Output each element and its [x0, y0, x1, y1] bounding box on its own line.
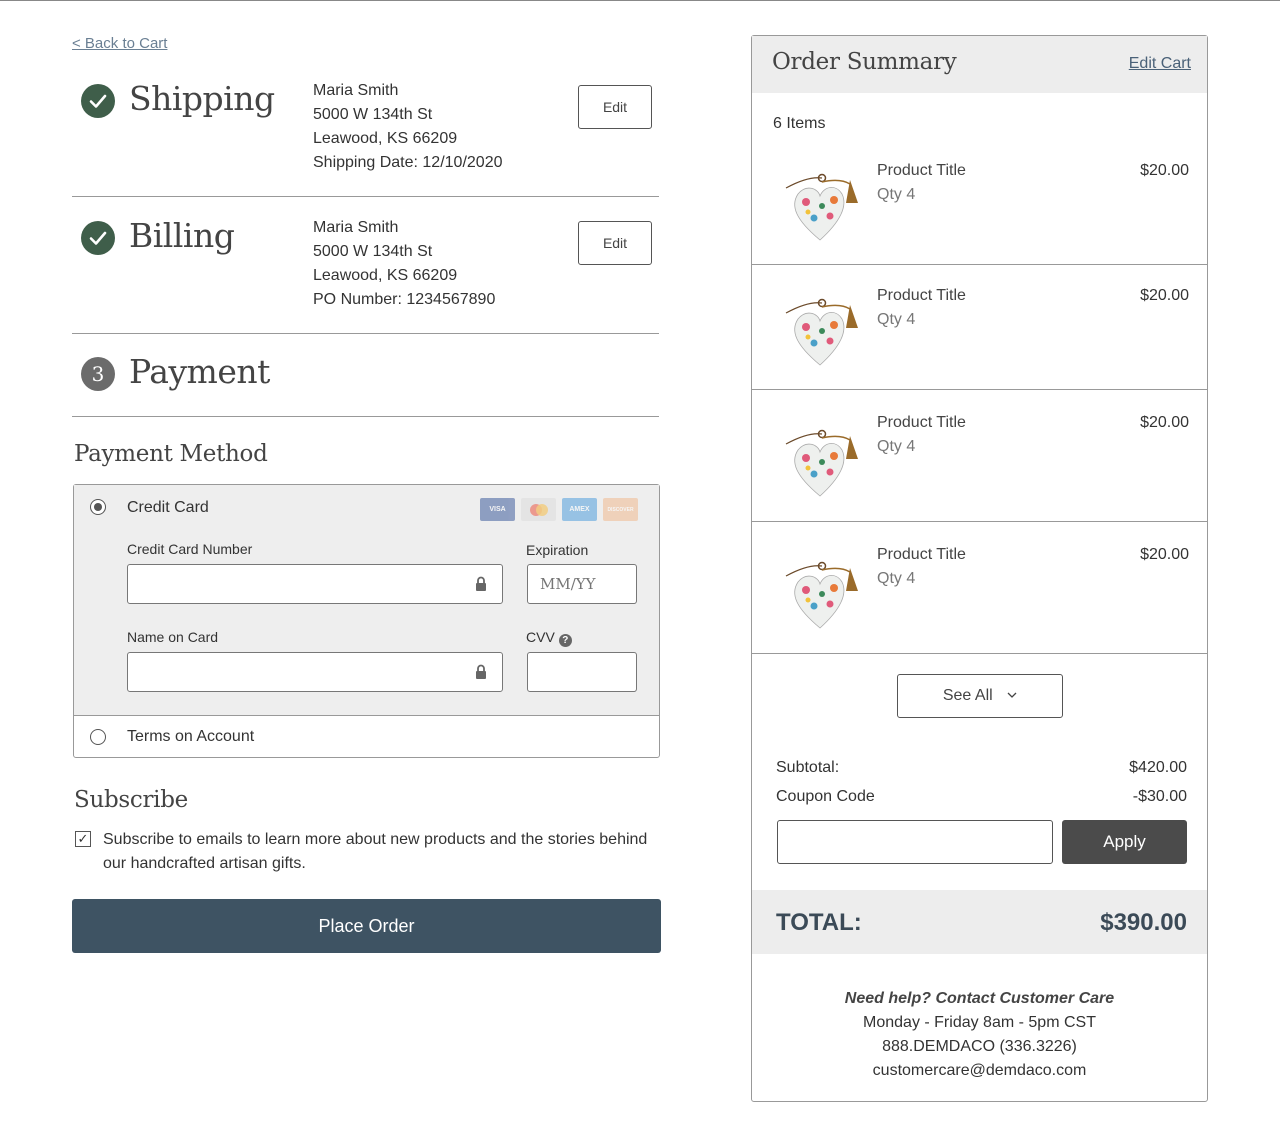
lock-icon [476, 576, 486, 591]
total-label: TOTAL: [776, 909, 862, 936]
place-order-button[interactable]: Place Order [72, 899, 661, 953]
help-phone[interactable]: 888.DEMDACO (336.3226) [752, 1035, 1207, 1059]
product-title: Product Title [877, 162, 966, 179]
amex-icon: AMEX [562, 498, 597, 521]
coupon-code-label: Coupon Code [776, 788, 875, 805]
chevron-down-icon [1007, 692, 1017, 698]
product-qty: Qty 4 [877, 570, 916, 587]
subscribe-checkbox[interactable]: ✓ [75, 831, 91, 847]
check-icon [81, 221, 115, 255]
coupon-code-input[interactable] [777, 820, 1053, 864]
edit-cart-link[interactable]: Edit Cart [1129, 55, 1191, 73]
payment-method-title: Payment Method [74, 441, 268, 467]
list-item: Product Title Qty 4 $20.00 [752, 522, 1207, 654]
product-price: $20.00 [1140, 162, 1189, 179]
address-line: Maria Smith [313, 82, 399, 99]
name-on-card-label: Name on Card [127, 629, 219, 645]
product-qty: Qty 4 [877, 186, 916, 203]
back-to-cart-link[interactable]: < Back to Cart [72, 35, 167, 52]
payment-method-box: Credit Card VISA AMEX DISCOVER Credit Ca… [73, 484, 660, 758]
product-image [785, 561, 858, 629]
address-line: Leawood, KS 66209 [313, 267, 458, 284]
card-number-input[interactable] [127, 564, 503, 604]
shipping-date: Shipping Date: 12/10/2020 [313, 154, 503, 171]
credit-card-panel: Credit Card VISA AMEX DISCOVER Credit Ca… [74, 485, 659, 716]
step-title-payment: Payment [129, 352, 270, 391]
cvv-input[interactable] [527, 652, 637, 692]
list-item: Product Title Qty 4 $20.00 [752, 265, 1207, 390]
edit-billing-button[interactable]: Edit [578, 221, 652, 265]
address-line: Leawood, KS 66209 [313, 130, 458, 147]
subtotal-label: Subtotal: [776, 759, 840, 776]
subscribe-text: Subscribe to emails to learn more about … [103, 831, 648, 872]
product-image [785, 429, 858, 497]
subtotal-value: $420.00 [1129, 759, 1187, 776]
product-qty: Qty 4 [877, 311, 916, 328]
credit-card-radio[interactable] [90, 499, 106, 515]
total-bar: TOTAL: $390.00 [752, 890, 1207, 954]
items-count: 6 Items [773, 115, 826, 132]
product-price: $20.00 [1140, 287, 1189, 304]
cvv-label: CVV? [526, 629, 572, 647]
help-email[interactable]: customercare@demdaco.com [752, 1059, 1207, 1083]
order-summary: Order Summary Edit Cart 6 Items Product … [751, 35, 1208, 1102]
apply-coupon-button[interactable]: Apply [1062, 820, 1187, 864]
po-number: PO Number: 1234567890 [313, 291, 496, 308]
address-line: 5000 W 134th St [313, 243, 433, 260]
address-line: 5000 W 134th St [313, 106, 433, 123]
step-title-shipping: Shipping [129, 79, 275, 118]
subscribe-title: Subscribe [74, 787, 188, 813]
lock-icon [476, 664, 486, 679]
visa-icon: VISA [480, 498, 515, 521]
step-title-billing: Billing [129, 216, 235, 255]
check-icon [81, 84, 115, 118]
credit-card-label: Credit Card [127, 499, 209, 516]
list-item: Product Title Qty 4 $20.00 [752, 390, 1207, 522]
product-title: Product Title [877, 287, 966, 304]
total-value: $390.00 [1100, 909, 1187, 936]
coupon-discount-value: -$30.00 [1132, 788, 1187, 805]
shipping-step: Shipping Maria Smith 5000 W 134th St Lea… [72, 65, 659, 197]
list-item: Product Title Qty 4 $20.00 [752, 140, 1207, 265]
step-number-badge: 3 [81, 357, 115, 391]
terms-on-account-radio[interactable] [90, 729, 106, 745]
billing-address: Maria Smith 5000 W 134th St Leawood, KS … [313, 216, 495, 312]
product-qty: Qty 4 [877, 438, 916, 455]
help-heading: Need help? Contact Customer Care [844, 990, 1115, 1007]
cvv-label-text: CVV [526, 629, 555, 645]
order-summary-title: Order Summary [772, 49, 957, 75]
see-all-label: See All [942, 687, 993, 704]
product-title: Product Title [877, 546, 966, 563]
billing-step: Billing Maria Smith 5000 W 134th St Leaw… [72, 197, 659, 334]
order-summary-header: Order Summary Edit Cart [752, 36, 1207, 93]
product-image [785, 173, 858, 241]
product-image [785, 298, 858, 366]
product-price: $20.00 [1140, 546, 1189, 563]
payment-step: 3 Payment [72, 334, 659, 417]
edit-shipping-button[interactable]: Edit [578, 85, 652, 129]
address-line: Maria Smith [313, 219, 399, 236]
shipping-address: Maria Smith 5000 W 134th St Leawood, KS … [313, 79, 502, 175]
product-title: Product Title [877, 414, 966, 431]
help-icon[interactable]: ? [558, 634, 572, 647]
help-hours: Monday - Friday 8am - 5pm CST [863, 1014, 1096, 1031]
customer-care-info: Need help? Contact Customer Care Monday … [752, 987, 1207, 1083]
terms-on-account-label: Terms on Account [127, 728, 255, 745]
see-all-button[interactable]: See All [897, 674, 1063, 718]
expiration-input[interactable] [527, 564, 637, 604]
card-number-label: Credit Card Number [127, 541, 253, 557]
name-on-card-input[interactable] [127, 652, 503, 692]
discover-icon: DISCOVER [603, 498, 638, 521]
mastercard-icon [521, 498, 556, 521]
expiration-label: Expiration [526, 542, 589, 558]
product-price: $20.00 [1140, 414, 1189, 431]
